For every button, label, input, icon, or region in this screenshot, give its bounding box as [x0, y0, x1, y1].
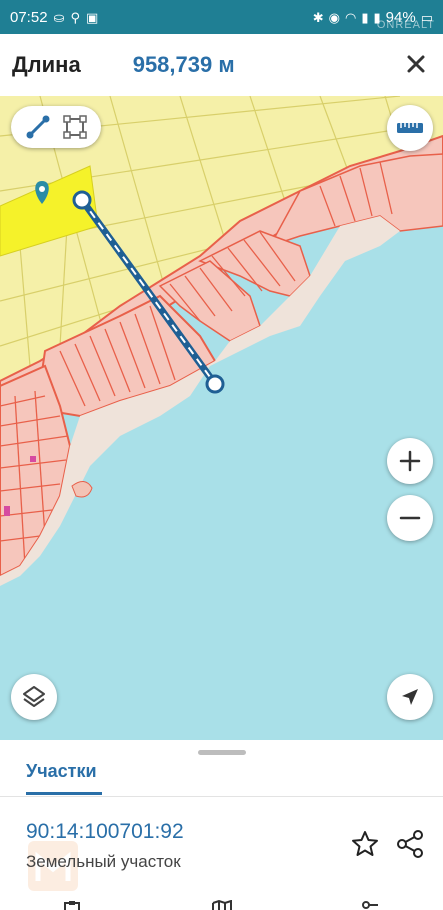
favorite-button[interactable] [349, 828, 381, 860]
notification-icon: ⛀ [53, 9, 65, 25]
location-icon: ◉ [328, 9, 341, 25]
marker-poi [30, 456, 36, 462]
route-icon[interactable] [360, 900, 380, 910]
map-view[interactable] [0, 96, 443, 740]
zoom-in-button[interactable] [387, 438, 433, 484]
status-time: 07:52 [10, 8, 48, 26]
measure-value: 958,739 м [132, 52, 235, 77]
clipboard-icon[interactable] [62, 900, 82, 910]
watermark-text: ONREALT [376, 19, 435, 31]
polyline-icon [26, 115, 49, 139]
rock [71, 481, 93, 498]
measure-start-point [72, 190, 92, 210]
bluetooth-icon: ✱ [312, 9, 324, 25]
map-canvas[interactable] [0, 96, 443, 740]
image-icon: ▣ [85, 9, 99, 25]
layers-button[interactable] [11, 674, 57, 720]
navigation-arrow-icon [402, 689, 418, 705]
zoom-out-button[interactable] [387, 495, 433, 541]
line-tool-button[interactable] [22, 111, 54, 143]
status-bar: 07:52 ⛀ ⚲ ▣ ✱ ◉ ◠ ▮ ▮ 94% ▭ ONREALT [0, 0, 443, 34]
close-button[interactable] [401, 50, 431, 81]
parcel-type: Земельный участок [26, 852, 181, 871]
plus-icon [399, 450, 421, 472]
share-button[interactable] [394, 828, 426, 860]
activity-icon: ⚲ [70, 9, 80, 25]
measure-title: Длина [12, 52, 81, 77]
wifi-icon: ◠ [345, 9, 357, 25]
share-icon [397, 830, 423, 858]
ruler-button[interactable] [387, 105, 433, 151]
bottom-sheet: Участки 90:14:100701:92 Земельный участо… [0, 740, 443, 910]
tab-indicator [26, 792, 102, 795]
sheet-drag-handle[interactable] [198, 750, 246, 755]
minus-icon [399, 516, 421, 520]
signal-icon: ▮ [361, 9, 369, 25]
tab-parcels[interactable]: Участки [26, 761, 97, 782]
polygon-icon [62, 115, 87, 139]
area-tool-button[interactable] [59, 111, 91, 143]
parcel-id[interactable]: 90:14:100701:92 [26, 820, 184, 844]
bottom-nav [0, 900, 443, 910]
measure-header: Длина 958,739 м [0, 34, 443, 96]
locate-button[interactable] [387, 674, 433, 720]
map-icon[interactable] [211, 900, 233, 910]
tab-divider [0, 796, 443, 797]
measure-end-point [205, 374, 225, 394]
star-icon [352, 831, 378, 856]
close-icon [407, 55, 425, 72]
ruler-icon [397, 123, 423, 133]
marker-poi-2 [4, 506, 10, 516]
layers-icon [23, 686, 45, 707]
measure-mode-toggle[interactable] [11, 106, 101, 148]
